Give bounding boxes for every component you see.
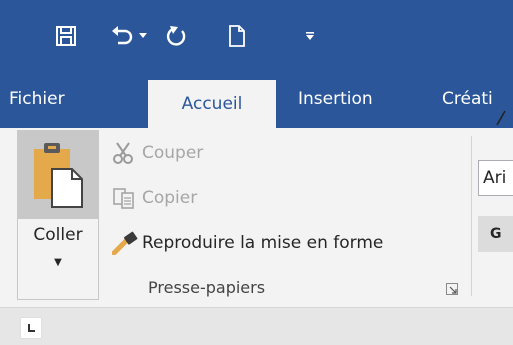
- redo-icon[interactable]: [160, 16, 194, 56]
- copy-button[interactable]: Copier: [112, 183, 197, 213]
- format-painter-button[interactable]: Reproduire la mise en forme: [112, 228, 383, 258]
- tab-accueil[interactable]: Accueil: [148, 80, 276, 128]
- quick-access-toolbar: [0, 0, 513, 70]
- cut-button[interactable]: Couper: [112, 138, 203, 168]
- paste-dropdown-icon: ▼: [54, 257, 62, 268]
- clipboard-group-label: Presse-papiers: [148, 278, 266, 297]
- paste-button[interactable]: [17, 130, 99, 218]
- copy-label: Copier: [142, 188, 198, 208]
- tab-insertion[interactable]: Insertion: [298, 70, 373, 128]
- font-name-box[interactable]: Ari: [478, 160, 513, 196]
- scissors-icon: [112, 140, 142, 166]
- undo-icon[interactable]: [108, 16, 136, 56]
- format-painter-icon: [112, 230, 142, 256]
- mouse-cursor-icon: [496, 110, 506, 126]
- copy-icon: [112, 185, 142, 211]
- left-tab-icon: [28, 324, 35, 332]
- tab-creation[interactable]: Créati: [442, 70, 493, 128]
- cut-label: Couper: [142, 143, 204, 163]
- paste-options-button[interactable]: Coller ▼: [17, 218, 99, 300]
- format-painter-label: Reproduire la mise en forme: [142, 233, 384, 253]
- ribbon-home-panel: Coller ▼ Couper Copier Reproduire la mis…: [0, 128, 513, 308]
- group-separator: [471, 136, 472, 296]
- paste-clipboard-icon: [34, 143, 83, 208]
- undo-dropdown-icon[interactable]: [136, 16, 150, 56]
- bold-button[interactable]: G: [478, 216, 513, 252]
- tab-stop-selector[interactable]: [20, 317, 42, 339]
- new-document-icon[interactable]: [220, 16, 254, 56]
- paste-label: Coller: [33, 225, 83, 245]
- save-icon[interactable]: [48, 16, 84, 56]
- ribbon-tabs: Fichier Accueil Insertion Créati: [0, 70, 513, 128]
- document-ruler-area: [0, 308, 513, 345]
- tab-fichier[interactable]: Fichier: [9, 70, 65, 128]
- clipboard-dialog-launcher-icon[interactable]: [446, 283, 458, 295]
- customize-quick-access-icon[interactable]: [296, 16, 324, 56]
